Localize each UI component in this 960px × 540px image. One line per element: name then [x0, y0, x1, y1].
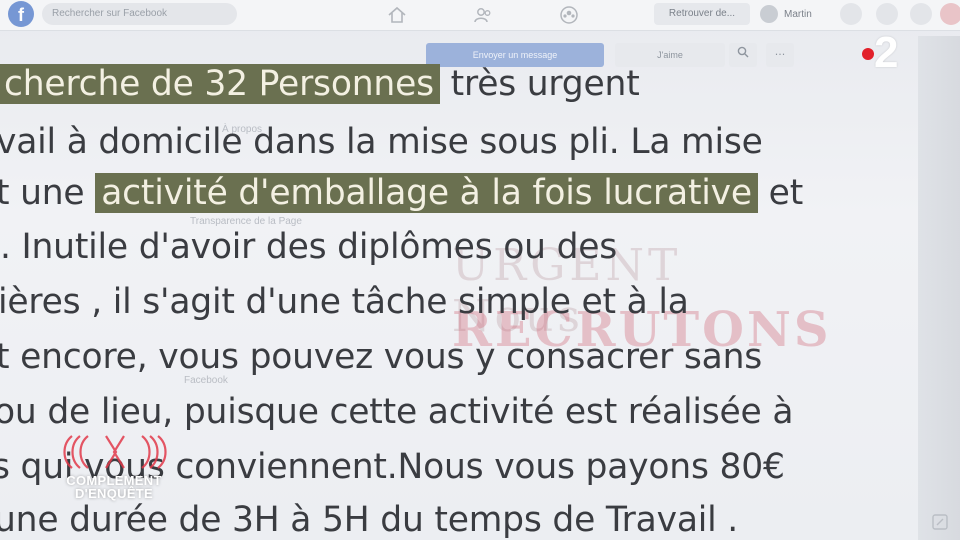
post-line-3-start: t une — [0, 173, 96, 213]
right-scroll-edge — [918, 36, 960, 540]
post-line-2: vail à domicile dans la mise sous pli. L… — [0, 122, 763, 162]
post-line-1-rest: très urgent — [439, 64, 640, 104]
facebook-search-input[interactable]: Rechercher sur Facebook — [42, 3, 237, 25]
post-line-5: ières , il s'agit d'une tâche simple et … — [0, 282, 689, 322]
show-name-line-2: D'ENQUÊTE — [74, 486, 154, 501]
page-transparency-label: Transparence de la Page — [190, 216, 302, 227]
highlight-32-personnes: cherche de 32 Personnes — [0, 64, 440, 104]
groups-icon[interactable] — [558, 4, 580, 26]
friends-icon[interactable] — [472, 4, 494, 26]
post-line-1: cherche de 32 Personnes très urgent — [0, 64, 640, 104]
notifications-icon[interactable] — [940, 3, 960, 25]
compose-icon[interactable] — [930, 512, 950, 532]
post-line-6: t encore, vous pouvez vous y consacrer s… — [0, 337, 763, 377]
avatar — [760, 5, 778, 23]
menu-grid-icon[interactable] — [840, 3, 862, 25]
facebook-top-bar: f Rechercher sur Facebook Retrouver de..… — [0, 0, 960, 31]
post-line-9: une durée de 3H à 5H du temps de Travail… — [0, 500, 739, 540]
messenger-icon[interactable] — [876, 3, 898, 25]
profile-link[interactable]: Martin — [760, 3, 812, 25]
facebook-logo-icon[interactable]: f — [8, 1, 34, 27]
channel-red-dot — [862, 48, 874, 60]
post-line-3: t une activité d'emballage à la fois luc… — [0, 173, 803, 213]
page-search-button[interactable] — [729, 43, 757, 67]
post-line-3-end: et — [757, 173, 804, 213]
post-line-7: ou de lieu, puisque cette activité est r… — [0, 392, 794, 432]
home-icon[interactable] — [386, 4, 408, 26]
highlight-activite-emballage: activité d'emballage à la fois lucrative — [95, 173, 758, 213]
show-name: COMPLEMENT D'ENQUÊTE — [54, 474, 174, 500]
show-emblem-icon — [63, 435, 167, 469]
more-options-button[interactable]: ··· — [766, 43, 794, 67]
france2-channel-logo: 2 — [858, 28, 908, 77]
complement-denquete-logo: COMPLEMENT D'ENQUÊTE — [50, 430, 180, 505]
find-friends-button[interactable]: Retrouver de... — [654, 3, 750, 25]
post-line-4: . Inutile d'avoir des diplômes ou des — [0, 227, 618, 267]
channel-number: 2 — [874, 28, 899, 77]
magnifier-icon — [737, 46, 749, 58]
watch-icon[interactable] — [910, 3, 932, 25]
profile-name: Martin — [784, 8, 812, 20]
